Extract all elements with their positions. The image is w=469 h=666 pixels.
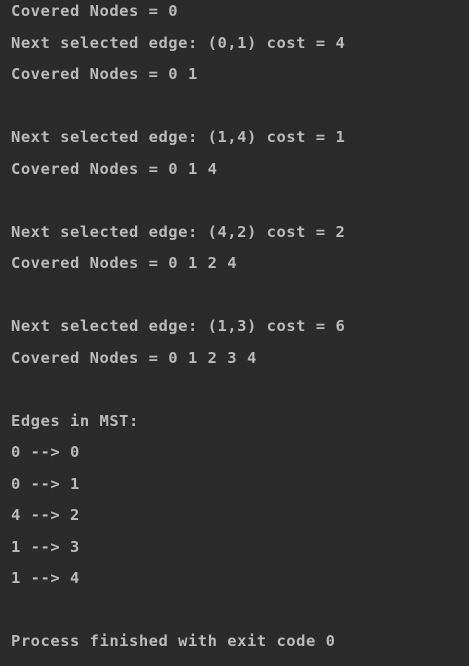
console-line-process-finished: Process finished with exit code 0 (11, 632, 336, 650)
console-line-covered-nodes: Covered Nodes = 0 1 2 4 (11, 254, 238, 272)
console-line-blank (11, 282, 345, 314)
run-console-output-panel: Covered Nodes = 0 Next selected edge: (0… (0, 0, 469, 666)
console-line-mst-edge: 1 --> 4 (11, 569, 80, 587)
console-line-blank (11, 597, 345, 629)
console-line-blank (11, 376, 345, 408)
console-line-mst-heading: Edges in MST: (11, 411, 139, 430)
console-output-text[interactable]: Covered Nodes = 0 Next selected edge: (0… (11, 0, 345, 660)
console-line-mst-edge: 0 --> 0 (11, 443, 80, 461)
console-line-blank (11, 187, 345, 219)
console-line-covered-nodes: Covered Nodes = 0 1 (11, 65, 198, 83)
console-line-selected-edge: Next selected edge: (4,2) cost = 2 (11, 222, 346, 241)
console-line-selected-edge: Next selected edge: (1,3) cost = 6 (11, 317, 346, 335)
console-line-blank (11, 93, 345, 125)
console-line-mst-edge: 0 --> 1 (11, 474, 80, 493)
console-line-mst-edge: 1 --> 3 (11, 537, 80, 556)
console-line-mst-edge: 4 --> 2 (11, 506, 80, 524)
console-line-selected-edge: Next selected edge: (1,4) cost = 1 (11, 128, 346, 146)
console-line-covered-nodes: Covered Nodes = 0 1 4 (11, 159, 218, 178)
console-line-covered-nodes: Covered Nodes = 0 1 2 3 4 (11, 348, 257, 367)
console-line-selected-edge: Next selected edge: (0,1) cost = 4 (11, 33, 346, 52)
console-line-covered-nodes: Covered Nodes = 0 (11, 2, 179, 20)
